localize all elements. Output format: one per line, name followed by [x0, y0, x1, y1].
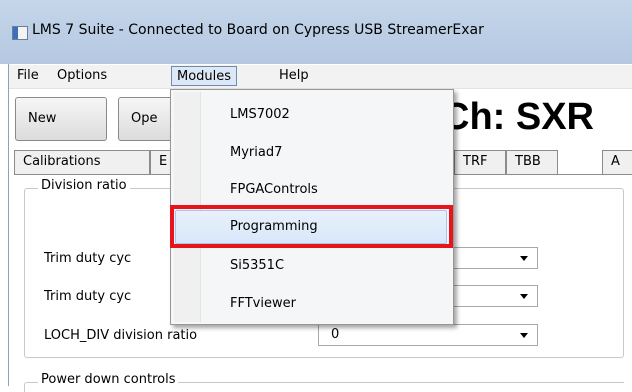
menu-file[interactable]: File: [12, 66, 44, 86]
tab-a[interactable]: A: [602, 150, 632, 174]
chevron-down-icon: [520, 256, 528, 261]
trim-duty-cycle-label-1: Trim duty cyc: [44, 251, 132, 266]
menu-item-myriad7[interactable]: Myriad7: [230, 145, 282, 160]
annotation-highlight-box: [170, 205, 453, 248]
tab-tbb[interactable]: TBB: [506, 150, 558, 174]
menu-item-fpgacontrols[interactable]: FPGAControls: [230, 182, 318, 197]
menu-item-lms7002[interactable]: LMS7002: [230, 107, 290, 122]
power-down-legend: Power down controls: [38, 372, 179, 387]
tab-calibrations[interactable]: Calibrations: [14, 150, 150, 174]
trim-duty-cycle-label-2: Trim duty cyc: [44, 289, 132, 304]
menu-item-fftviewer[interactable]: FFTviewer: [230, 296, 296, 311]
menu-item-si5351c[interactable]: Si5351C: [230, 258, 284, 273]
loch-div-label: LOCH_DIV division ratio: [44, 328, 198, 343]
new-button[interactable]: New: [15, 97, 107, 141]
division-ratio-legend: Division ratio: [38, 178, 130, 193]
chevron-down-icon: [520, 333, 528, 338]
chevron-down-icon: [520, 294, 528, 299]
open-button[interactable]: Ope: [118, 97, 178, 141]
app-window-icon: [12, 26, 28, 40]
menu-help[interactable]: Help: [274, 66, 314, 86]
loch-div-select[interactable]: 0: [318, 324, 538, 346]
menu-modules[interactable]: Modules: [171, 66, 238, 86]
tab-trf[interactable]: TRF: [454, 150, 506, 174]
channel-label: Ch: SXR: [442, 96, 594, 138]
window-title: LMS 7 Suite - Connected to Board on Cypr…: [32, 22, 484, 38]
menu-options[interactable]: Options: [52, 66, 112, 86]
